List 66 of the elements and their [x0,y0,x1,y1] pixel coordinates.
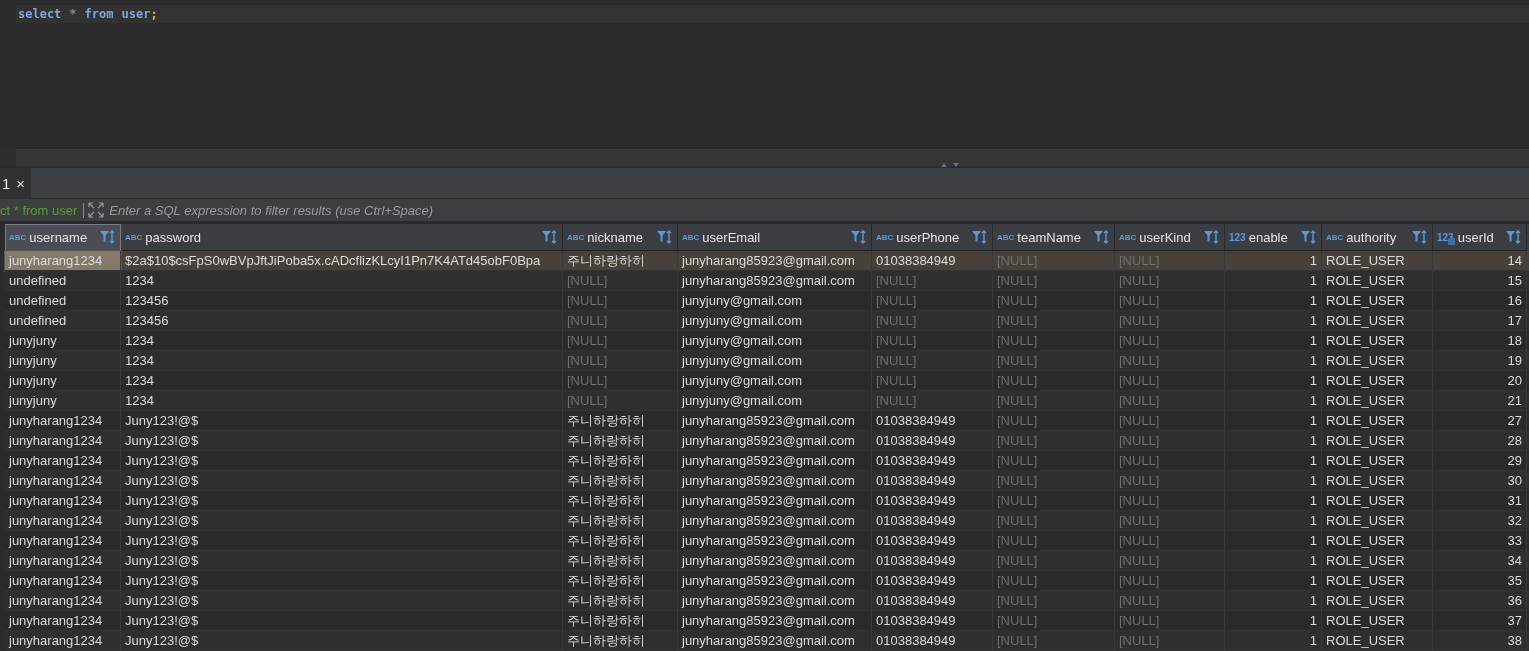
column-name: teamName [1017,229,1082,245]
null-cell: [NULL] [1115,631,1225,651]
table-cell: junyharang1234 [5,631,121,651]
table-row[interactable]: junyharang1234 Juny123!@$ 주니하랑하히 junyharang85923@gmail.com 01038384949 [NULL] [NULL] 1 ROLE_USER 29 [5,451,1529,471]
table-row[interactable]: junyharang1234 Juny123!@$ 주니하랑하히 junyharang85923@gmail.com 01038384949 [NULL] [NULL] 1 ROLE_USER 30 [5,471,1529,491]
close-icon[interactable]: × [16,174,26,192]
table-row[interactable]: junyjuny 1234 [NULL] junyjuny@gmail.com [NULL] [NULL] [NULL] 1 ROLE_USER 21 [5,391,1529,411]
type-tag: ABC [682,232,700,242]
table-row[interactable]: junyharang1234 Juny123!@$ 주니하랑하히 junyharang85923@gmail.com 01038384949 [NULL] [NULL] 1 ROLE_USER 32 [5,511,1529,531]
type-tag: ABC [876,232,894,242]
type-tag: ABC [1119,232,1137,242]
filter-sort-icon[interactable] [971,230,988,244]
filter-sort-icon[interactable] [656,230,673,244]
filter-sort-icon[interactable] [1300,230,1317,244]
column-name: userEmail [702,229,762,245]
table-row[interactable]: junyharang1234 Juny123!@$ 주니하랑하히 junyharang85923@gmail.com 01038384949 [NULL] [NULL] 1 ROLE_USER 28 [5,431,1529,451]
table-row[interactable]: junyharang1234 Juny123!@$ 주니하랑하히 junyharang85923@gmail.com 01038384949 [NULL] [NULL] 1 ROLE_USER 27 [5,411,1529,431]
filter-sort-icon[interactable] [99,230,116,244]
table-row[interactable]: junyharang1234 Juny123!@$ 주니하랑하히 junyharang85923@gmail.com 01038384949 [NULL] [NULL] 1 ROLE_USER 38 [5,631,1529,651]
type-tag: ABC [125,232,143,242]
filter-sort-icon[interactable] [850,230,867,244]
table-row[interactable]: junyjuny 1234 [NULL] junyjuny@gmail.com [NULL] [NULL] [NULL] 1 ROLE_USER 18 [5,331,1529,351]
filter-sort-icon[interactable] [1093,230,1110,244]
table-row[interactable]: junyharang1234 Juny123!@$ 주니하랑하히 junyharang85923@gmail.com 01038384949 [NULL] [NULL] 1 ROLE_USER 37 [5,611,1529,631]
column-name: userPhone [896,229,961,245]
type-tag: ABC [9,232,27,242]
type-tag: ABC [567,232,585,242]
column-name: userKind [1139,229,1192,245]
filter-input-field[interactable]: Enter a SQL expression to filter results (use Ctrl+Space) [105,199,1529,221]
null-cell: [NULL] [993,631,1115,651]
type-tag: ABC [997,232,1015,242]
expand-icon[interactable] [87,201,106,220]
table-cell: 01038384949 [872,631,993,651]
table-row[interactable]: junyharang1234 Juny123!@$ 주니하랑하히 junyharang85923@gmail.com 01038384949 [NULL] [NULL] 1 ROLE_USER 33 [5,531,1529,551]
column-name: enable [1248,229,1289,245]
filter-sort-icon[interactable] [541,230,558,244]
table-row[interactable]: junyjuny 1234 [NULL] junyjuny@gmail.com [NULL] [NULL] [NULL] 1 ROLE_USER 20 [5,371,1529,391]
table-row[interactable]: junyharang1234 Juny123!@$ 주니하랑하히 junyharang85923@gmail.com 01038384949 [NULL] [NULL] 1 ROLE_USER 36 [5,591,1529,611]
table-cell: 1 [1225,631,1322,651]
table-row[interactable]: undefined 123456 [NULL] junyjuny@gmail.com [NULL] [NULL] [NULL] 1 ROLE_USER 17 [5,311,1529,331]
type-tag: ABC [1326,232,1344,242]
results-tab[interactable]: 1 × [0,168,32,199]
column-name: authority [1346,229,1398,245]
table-row[interactable]: junyharang1234 Juny123!@$ 주니하랑하히 junyharang85923@gmail.com 01038384949 [NULL] [NULL] 1 ROLE_USER 34 [5,551,1529,571]
column-name: nickname [587,229,644,245]
table-row[interactable]: junyharang1234 Juny123!@$ 주니하랑하히 junyharang85923@gmail.com 01038384949 [NULL] [NULL] 1 ROLE_USER 31 [5,491,1529,511]
filter-sort-icon[interactable] [1505,230,1522,244]
table-row[interactable]: undefined 123456 [NULL] junyjuny@gmail.com [NULL] [NULL] [NULL] 1 ROLE_USER 16 [5,291,1529,311]
column-name: userId [1457,229,1495,245]
column-name: password [145,229,202,245]
table-cell: Juny123!@$ [121,631,563,651]
filter-sort-icon[interactable] [1203,230,1220,244]
table-row[interactable]: junyjuny 1234 [NULL] junyjuny@gmail.com [NULL] [NULL] [NULL] 1 ROLE_USER 19 [5,351,1529,371]
type-tag: 123 [1229,231,1246,243]
table-cell: junyharang1234 [5,251,121,271]
table-cell: 주니하랑하히 [563,631,678,651]
table-row[interactable]: junyharang1234 Juny123!@$ 주니하랑하히 junyharang85923@gmail.com 01038384949 [NULL] [NULL] 1 ROLE_USER 35 [5,571,1529,591]
table-cell: 38 [1433,631,1527,651]
table-row[interactable]: undefined 1234 [NULL] junyharang85923@gmail.com [NULL] [NULL] [NULL] 1 ROLE_USER 15 [5,271,1529,291]
table-cell: ROLE_USER [1322,631,1433,651]
column-name: username [29,229,89,245]
column-header[interactable]: ABC username [5,224,121,251]
filter-sort-icon[interactable] [1411,230,1428,244]
table-cell: junyharang85923@gmail.com [678,631,872,651]
query-text: ct * from user [0,202,85,218]
collapse-arrows-icon[interactable] [940,161,962,168]
